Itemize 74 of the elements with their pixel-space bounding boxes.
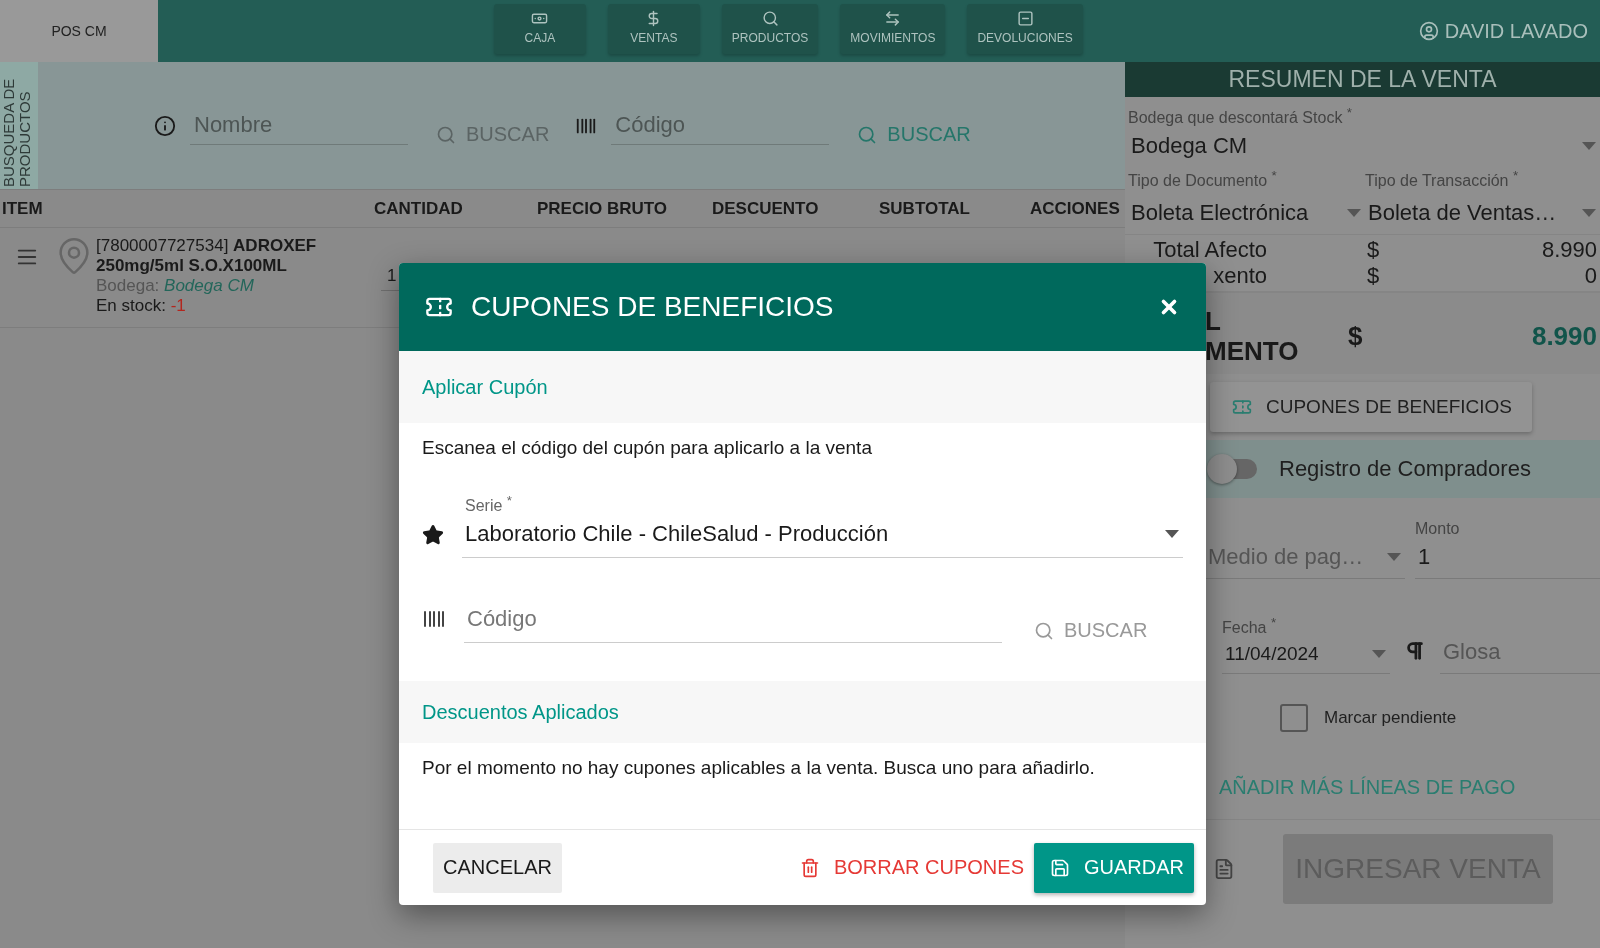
buyers-toggle[interactable]	[1207, 453, 1259, 484]
field-label: Tipo de Transacción $^{*}$	[1365, 171, 1519, 189]
nav-button[interactable]: DEVOLUCIONES	[967, 4, 1083, 54]
search-icon	[436, 124, 456, 145]
total-value: 0	[1583, 262, 1597, 289]
type-select[interactable]: Boleta Electrónica	[1128, 189, 1365, 234]
user-menu[interactable]: DAVID LAVADO	[1418, 0, 1600, 62]
total-value: 8.990	[1540, 236, 1597, 263]
field-label: Serie $^{*}$	[465, 497, 512, 515]
cancel-button[interactable]: CANCELAR	[433, 842, 562, 893]
field-label: Tipo de Documento $^{*}$	[1128, 171, 1277, 189]
app-title: POS CM	[0, 0, 158, 62]
dialog-title: CUPONES DE BENEFICIOS	[471, 291, 835, 323]
field-label: Fecha $^{*}$	[1222, 619, 1277, 636]
column-header: ITEM	[2, 198, 44, 219]
checkbox-label: Marcar pendiente	[1324, 708, 1457, 728]
trash-icon	[799, 857, 820, 878]
currency-symbol: $	[1367, 262, 1380, 289]
clear-coupons-button[interactable]: BORRAR CUPONES	[789, 856, 1034, 879]
toggle-label: Registro de Compradores	[1279, 455, 1531, 482]
note-field[interactable]: Glosa	[1440, 633, 1600, 674]
search-icon	[1034, 620, 1054, 641]
column-header: ACCIONES	[1030, 198, 1121, 219]
save-button[interactable]: GUARDAR	[1034, 842, 1194, 893]
search-icon	[857, 124, 878, 145]
total-label: Total Afecto	[1152, 236, 1267, 263]
caret-icon	[1165, 530, 1179, 539]
currency-symbol: $	[1347, 320, 1364, 352]
warehouse-name: Bodega CM	[164, 276, 254, 295]
column-header: CANTIDAD	[374, 198, 464, 219]
returns-icon	[1016, 10, 1034, 27]
info-icon	[154, 114, 176, 137]
search-field[interactable]: Código	[611, 106, 830, 145]
column-header: PRECIO BRUTO	[537, 198, 669, 219]
grand-total-value: 8.990	[1530, 320, 1597, 352]
section-heading: Descuentos Aplicados	[422, 700, 619, 724]
caret-icon	[1582, 208, 1596, 217]
currency-symbol: $	[1367, 236, 1380, 263]
field-label: Monto	[1415, 519, 1461, 538]
caret-icon	[1582, 142, 1596, 151]
nav-button[interactable]: MOVIMIENTOS	[840, 4, 946, 54]
pilcrow-icon	[1404, 640, 1426, 662]
movements-icon	[884, 10, 902, 27]
empty-message: Por el momento no hay cupones aplicables a la venta. Busca uno para añadirlo.	[421, 756, 1096, 781]
nav-button[interactable]: PRODUCTOS	[721, 4, 819, 54]
column-header: DESCUENTO	[712, 198, 820, 219]
panel-title: RESUMEN DE LA VENTA	[1125, 62, 1600, 97]
product-name: [7800007727534] ADROXEF 250mg/5ml S.O.X100ML	[96, 236, 317, 275]
pending-checkbox[interactable]	[1280, 704, 1308, 732]
document-icon	[1213, 858, 1235, 880]
stock-value: -1	[170, 296, 186, 315]
warehouse-select[interactable]: Bodega CM	[1128, 127, 1600, 168]
stock-label: En stock:	[96, 296, 166, 315]
products-icon	[761, 10, 779, 27]
nav-button[interactable]: VENTAS	[607, 4, 700, 54]
total-label: xento	[1212, 262, 1267, 289]
instructions-text: Escanea el código del cupón para aplicarlo a la venta	[421, 436, 873, 459]
caret-icon	[1387, 552, 1401, 561]
save-icon	[1050, 857, 1070, 878]
user-icon	[1418, 21, 1439, 41]
caret-icon	[1347, 208, 1361, 217]
grand-total-label: L MENTO	[1205, 306, 1300, 367]
column-header: SUBTOTAL	[879, 198, 971, 219]
section-label: BUSQUEDA DE PRODUCTOS	[1, 77, 33, 187]
coupons-button[interactable]: CUPONES DE BENEFICIOS	[1210, 381, 1532, 432]
series-select[interactable]: Laboratorio Chile - ChileSalud - Producción	[462, 515, 1183, 559]
nav-button[interactable]: CAJA	[493, 4, 586, 54]
section-heading: Aplicar Cupón	[422, 375, 548, 399]
date-field[interactable]: 11/04/2024	[1222, 637, 1390, 674]
field-label: Bodega que descontará Stock $^{*}$	[1128, 109, 1352, 127]
amount-field[interactable]: 1	[1415, 537, 1600, 579]
caret-icon	[1372, 650, 1386, 658]
type-select[interactable]: Boleta de Ventas…	[1365, 189, 1600, 234]
star-icon	[422, 524, 444, 547]
